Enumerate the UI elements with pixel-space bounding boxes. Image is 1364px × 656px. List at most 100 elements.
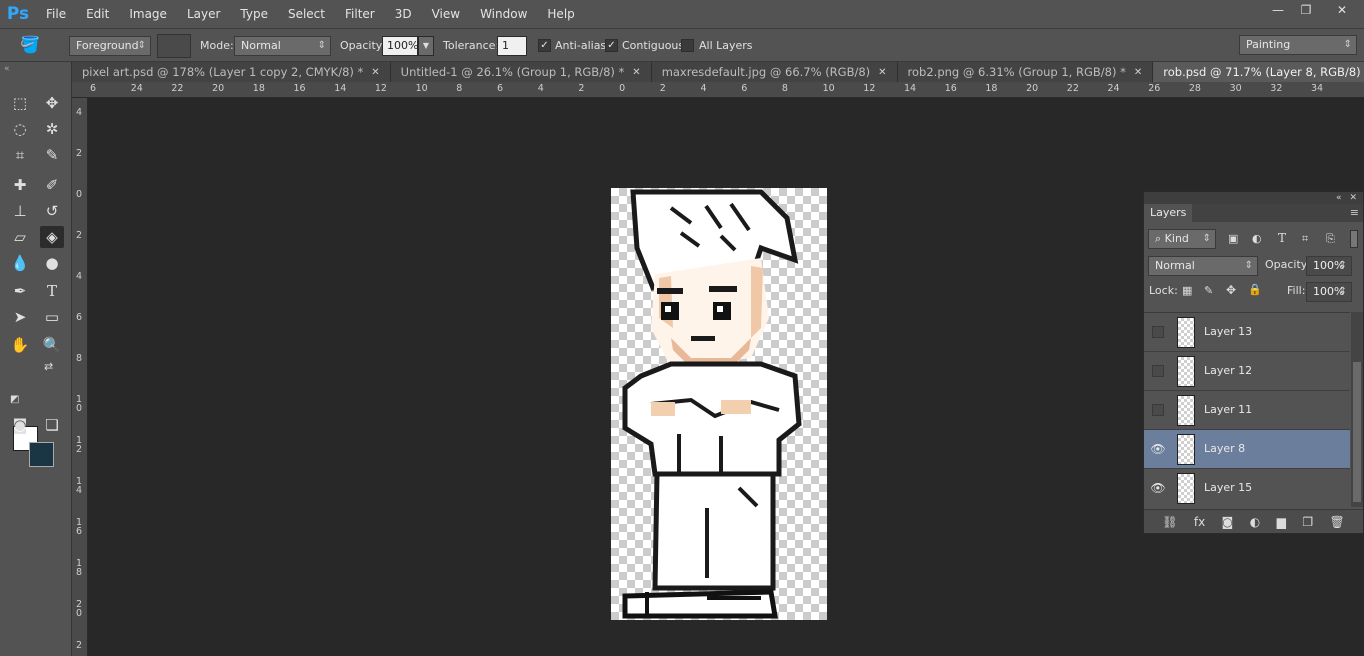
- fill-source-select[interactable]: Foreground: [69, 36, 151, 56]
- pixel-filter-icon[interactable]: ▣: [1228, 232, 1238, 245]
- opacity-input[interactable]: 100%: [382, 36, 418, 56]
- pen-tool-icon[interactable]: ✒: [8, 280, 32, 302]
- opacity-dropdown-icon[interactable]: ▼: [418, 36, 434, 56]
- minimize-button[interactable]: —: [1264, 0, 1292, 20]
- lock-pixels-icon[interactable]: ✎: [1204, 284, 1213, 297]
- collapse-panel-icon[interactable]: «: [1336, 193, 1342, 203]
- menu-select[interactable]: Select: [278, 0, 335, 28]
- default-colors-icon[interactable]: ◩: [10, 394, 19, 405]
- close-tab-icon[interactable]: ✕: [878, 67, 886, 78]
- hand-tool-icon[interactable]: ✋: [8, 334, 32, 356]
- menu-3d[interactable]: 3D: [385, 0, 422, 28]
- brush-tool-icon[interactable]: ✐: [40, 174, 64, 196]
- dodge-tool-icon[interactable]: ●: [40, 252, 64, 274]
- quick-mask-icon[interactable]: ◙: [8, 414, 32, 436]
- close-panel-icon[interactable]: ✕: [1349, 193, 1357, 203]
- smart-object-filter-icon[interactable]: ⎘: [1326, 232, 1335, 246]
- all-layers-checkbox[interactable]: [681, 39, 694, 52]
- lasso-tool-icon[interactable]: ◌: [8, 118, 32, 140]
- marquee-tool-icon[interactable]: ⬚: [8, 92, 32, 114]
- lock-position-icon[interactable]: ✥: [1226, 283, 1236, 297]
- new-layer-icon[interactable]: ❐: [1302, 515, 1313, 529]
- lock-all-icon[interactable]: 🔒: [1248, 283, 1262, 296]
- close-tab-icon[interactable]: ✕: [371, 67, 379, 78]
- menu-edit[interactable]: Edit: [76, 0, 119, 28]
- layer-row[interactable]: 👁 Layer 8: [1144, 430, 1350, 469]
- visibility-toggle[interactable]: [1152, 365, 1164, 377]
- anti-alias-checkbox[interactable]: ✓: [538, 39, 551, 52]
- paint-bucket-tool-icon[interactable]: 🪣: [20, 35, 46, 57]
- mode-select[interactable]: Normal: [234, 36, 331, 56]
- swap-colors-icon[interactable]: ⇄: [44, 360, 53, 373]
- clone-stamp-tool-icon[interactable]: ⊥: [8, 200, 32, 222]
- magic-wand-tool-icon[interactable]: ✲: [40, 118, 64, 140]
- document-tab[interactable]: rob2.png @ 6.31% (Group 1, RGB/8) * ✕: [897, 62, 1154, 82]
- type-filter-icon[interactable]: T: [1278, 231, 1286, 245]
- move-tool-icon[interactable]: ✥: [40, 92, 64, 114]
- trash-icon[interactable]: 🗑: [1330, 515, 1345, 529]
- zoom-tool-icon[interactable]: 🔍: [40, 334, 64, 356]
- document-canvas[interactable]: [611, 188, 827, 620]
- visibility-eye-icon[interactable]: 👁: [1150, 481, 1166, 495]
- type-tool-icon[interactable]: T: [40, 280, 64, 302]
- layer-row[interactable]: Layer 11: [1144, 391, 1350, 430]
- ruler-tick-label: 4: [76, 107, 83, 118]
- history-brush-tool-icon[interactable]: ↺: [40, 200, 64, 222]
- folder-icon[interactable]: ▆: [1277, 515, 1286, 529]
- scroll-thumb[interactable]: [1353, 362, 1361, 502]
- menu-image[interactable]: Image: [119, 0, 177, 28]
- close-button[interactable]: ✕: [1320, 0, 1364, 20]
- close-tab-icon[interactable]: ✕: [1134, 67, 1142, 78]
- lock-transparent-icon[interactable]: ▦: [1182, 284, 1192, 297]
- layer-opacity-input[interactable]: 100%: [1306, 256, 1352, 276]
- layer-row[interactable]: Layer 12: [1144, 352, 1350, 391]
- contiguous-checkbox[interactable]: ✓: [605, 39, 618, 52]
- adjustment-icon[interactable]: ◐: [1250, 515, 1260, 529]
- layer-row[interactable]: Layer 13: [1144, 313, 1350, 352]
- layer-row[interactable]: 👁 Layer 15: [1144, 469, 1350, 507]
- layers-tab[interactable]: Layers: [1144, 204, 1193, 222]
- fx-icon[interactable]: fx: [1194, 515, 1205, 529]
- eyedropper-tool-icon[interactable]: ✎: [40, 144, 64, 166]
- mask-icon[interactable]: ◙: [1222, 515, 1234, 529]
- menu-view[interactable]: View: [422, 0, 470, 28]
- menu-layer[interactable]: Layer: [177, 0, 230, 28]
- crop-tool-icon[interactable]: ⌗: [8, 144, 32, 166]
- menu-type[interactable]: Type: [230, 0, 278, 28]
- adjustment-filter-icon[interactable]: ◐: [1252, 232, 1262, 245]
- menu-window[interactable]: Window: [470, 0, 537, 28]
- collapse-icon[interactable]: «: [4, 64, 10, 74]
- pattern-picker[interactable]: [157, 34, 191, 58]
- layer-thumbnail: [1177, 473, 1195, 504]
- filter-toggle-switch[interactable]: [1350, 230, 1358, 248]
- tolerance-input[interactable]: 1: [497, 36, 527, 56]
- visibility-toggle[interactable]: [1152, 404, 1164, 416]
- workspace-select[interactable]: Painting: [1239, 35, 1357, 55]
- restore-button[interactable]: ❐: [1292, 0, 1320, 20]
- rectangle-tool-icon[interactable]: ▭: [40, 306, 64, 328]
- screen-mode-icon[interactable]: ❏: [40, 414, 64, 436]
- visibility-toggle[interactable]: [1152, 326, 1164, 338]
- path-selection-tool-icon[interactable]: ➤: [8, 306, 32, 328]
- healing-brush-tool-icon[interactable]: ✚: [8, 174, 32, 196]
- layer-list-scrollbar[interactable]: [1351, 312, 1363, 507]
- visibility-eye-icon[interactable]: 👁: [1150, 442, 1166, 456]
- panel-menu-icon[interactable]: ≡: [1350, 206, 1359, 219]
- filter-kind-select[interactable]: ⌕ Kind: [1148, 229, 1216, 249]
- shape-filter-icon[interactable]: ⌗: [1302, 232, 1308, 246]
- close-tab-icon[interactable]: ✕: [632, 67, 640, 78]
- menu-file[interactable]: File: [36, 0, 76, 28]
- blend-mode-select[interactable]: Normal: [1148, 256, 1258, 276]
- link-icon[interactable]: ⛓: [1162, 515, 1177, 529]
- background-color-swatch[interactable]: [29, 442, 54, 467]
- eraser-tool-icon[interactable]: ▱: [8, 226, 32, 248]
- blur-tool-icon[interactable]: 💧: [8, 252, 32, 274]
- menu-filter[interactable]: Filter: [335, 0, 385, 28]
- document-tab[interactable]: pixel art.psd @ 178% (Layer 1 copy 2, CM…: [72, 62, 391, 82]
- document-tab[interactable]: maxresdefault.jpg @ 66.7% (RGB/8) ✕: [651, 62, 898, 82]
- document-tab[interactable]: rob.psd @ 71.7% (Layer 8, RGB/8) *✕: [1153, 62, 1364, 82]
- menu-help[interactable]: Help: [537, 0, 584, 28]
- paint-bucket-icon[interactable]: ◈: [40, 226, 64, 248]
- fill-input[interactable]: 100%: [1306, 282, 1352, 302]
- document-tab[interactable]: Untitled-1 @ 26.1% (Group 1, RGB/8) * ✕: [390, 62, 652, 82]
